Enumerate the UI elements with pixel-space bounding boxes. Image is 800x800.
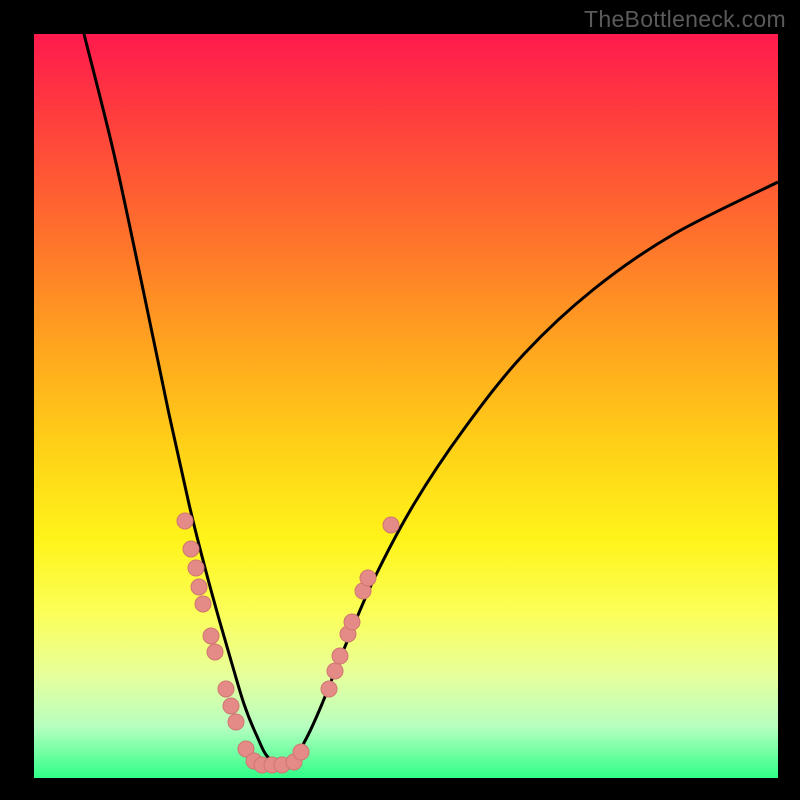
- watermark-text: TheBottleneck.com: [584, 6, 786, 33]
- data-dot: [195, 596, 211, 612]
- data-dot: [203, 628, 219, 644]
- chart-svg: [34, 34, 778, 778]
- dots-layer: [177, 513, 399, 773]
- data-dot: [223, 698, 239, 714]
- data-dot: [191, 579, 207, 595]
- data-dot: [293, 744, 309, 760]
- data-dot: [344, 614, 360, 630]
- data-dot: [360, 570, 376, 586]
- chart-plot-area: [34, 34, 778, 778]
- data-dot: [183, 541, 199, 557]
- data-dot: [327, 663, 343, 679]
- data-dot: [207, 644, 223, 660]
- data-dot: [188, 560, 204, 576]
- main-curve: [84, 34, 778, 762]
- data-dot: [228, 714, 244, 730]
- curve-layer: [84, 34, 778, 762]
- data-dot: [321, 681, 337, 697]
- data-dot: [218, 681, 234, 697]
- chart-frame: TheBottleneck.com: [0, 0, 800, 800]
- data-dot: [332, 648, 348, 664]
- data-dot: [383, 517, 399, 533]
- data-dot: [177, 513, 193, 529]
